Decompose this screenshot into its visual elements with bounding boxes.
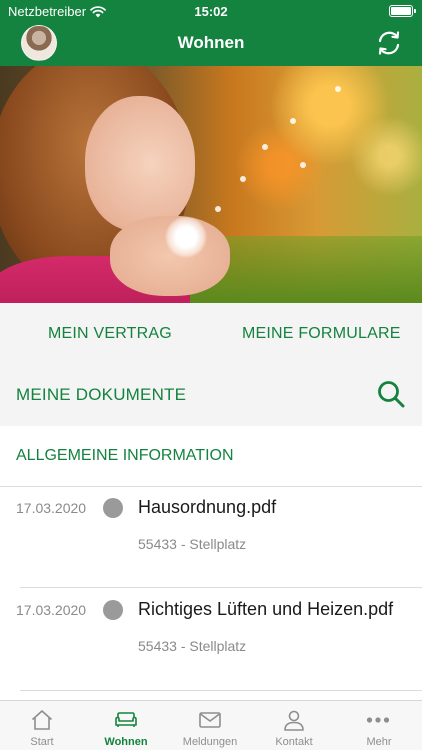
tab-label: Wohnen bbox=[104, 736, 148, 748]
battery-icon bbox=[389, 5, 416, 17]
tab-label: Meldungen bbox=[182, 736, 238, 748]
section-divider bbox=[0, 486, 422, 487]
list-item[interactable]: 17.03.2020 Richtiges Lüften und Heizen.p… bbox=[0, 590, 422, 690]
tab-label: Kontakt bbox=[275, 736, 313, 748]
sofa-icon bbox=[115, 712, 137, 727]
tab-mehr[interactable]: Mehr bbox=[336, 701, 422, 750]
dandelion-seed bbox=[262, 144, 268, 150]
more-icon bbox=[366, 717, 390, 723]
hero-image bbox=[0, 66, 422, 303]
person-icon bbox=[284, 710, 304, 731]
tab-meldungen[interactable]: Meldungen bbox=[168, 701, 252, 750]
top-bar: Netzbetreiber 15:02 Wohnen bbox=[0, 0, 422, 66]
home-icon bbox=[31, 710, 53, 730]
dandelion-seed bbox=[240, 176, 246, 182]
tab-wohnen[interactable]: Wohnen bbox=[84, 701, 168, 750]
status-time: 15:02 bbox=[194, 4, 228, 19]
status-bar: Netzbetreiber 15:02 bbox=[0, 0, 422, 22]
tab-bar: Start Wohnen Meldungen Kontakt Mehr bbox=[0, 700, 422, 750]
document-date: 17.03.2020 bbox=[16, 602, 87, 618]
row-divider bbox=[20, 587, 422, 588]
search-icon[interactable] bbox=[376, 379, 406, 409]
dandelion-seed bbox=[300, 162, 306, 168]
document-name: Richtiges Lüften und Heizen.pdf bbox=[138, 599, 394, 619]
document-name: Hausordnung.pdf bbox=[138, 497, 277, 517]
link-meine-formulare[interactable]: MEINE FORMULARE bbox=[242, 325, 401, 343]
page-title: Wohnen bbox=[177, 33, 245, 52]
link-mein-vertrag[interactable]: MEIN VERTRAG bbox=[48, 325, 172, 343]
tab-start[interactable]: Start bbox=[0, 701, 84, 750]
dandelion bbox=[165, 216, 207, 258]
refresh-icon[interactable] bbox=[374, 28, 404, 58]
dandelion-seed bbox=[335, 86, 341, 92]
status-dot-icon bbox=[103, 600, 123, 620]
section-title: ALLGEMEINE INFORMATION bbox=[16, 447, 234, 464]
status-dot-icon bbox=[103, 498, 123, 518]
document-subtitle: 55433 - Stellplatz bbox=[138, 536, 247, 552]
link-meine-dokumente[interactable]: MEINE DOKUMENTE bbox=[16, 385, 186, 405]
dandelion-seed bbox=[290, 118, 296, 124]
dandelion-seed bbox=[215, 206, 221, 212]
document-subtitle: 55433 - Stellplatz bbox=[138, 638, 247, 654]
envelope-icon bbox=[199, 712, 221, 728]
tab-label: Mehr bbox=[366, 736, 392, 748]
document-date: 17.03.2020 bbox=[16, 500, 87, 516]
list-item[interactable]: 17.03.2020 Hausordnung.pdf 55433 - Stell… bbox=[0, 488, 422, 588]
hero-face bbox=[85, 96, 195, 231]
tab-kontakt[interactable]: Kontakt bbox=[252, 701, 336, 750]
row-divider bbox=[20, 690, 422, 691]
tab-label: Start bbox=[30, 736, 54, 748]
quick-links: MEIN VERTRAG MEINE FORMULARE MEINE DOKUM… bbox=[0, 303, 422, 426]
app-header: Wohnen bbox=[0, 22, 422, 66]
